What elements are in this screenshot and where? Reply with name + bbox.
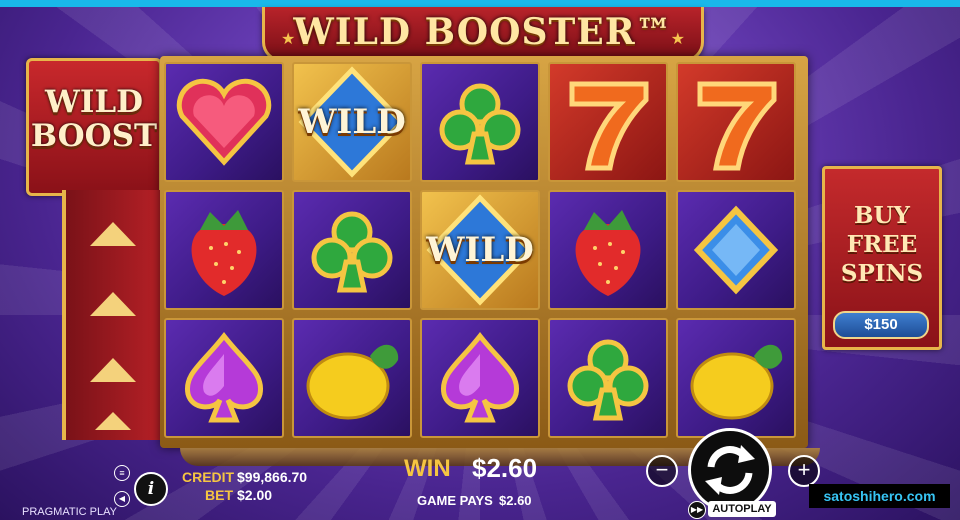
wild-boost-meter xyxy=(62,190,164,440)
reel-cell-wild: WILD xyxy=(420,190,540,310)
wild-symbol-label: WILD xyxy=(298,102,406,142)
buy-label-line: BUY xyxy=(854,202,910,229)
club-gem-icon xyxy=(567,339,649,421)
buy-free-spins-button[interactable]: BUY FREE SPINS $150 xyxy=(822,166,942,350)
lemon-icon xyxy=(306,344,399,420)
reel-cell-diamond-gem xyxy=(676,190,796,310)
credit-label: CREDIT xyxy=(182,469,235,485)
title-banner: ★ WILD BOOSTER™ ★ xyxy=(262,7,704,62)
spin-button[interactable] xyxy=(688,428,772,512)
watermark: satoshihero.com xyxy=(809,484,950,508)
reel-cell-club-gem xyxy=(548,318,668,438)
spade-gem-icon xyxy=(184,331,264,423)
bet-label: BET xyxy=(205,487,233,503)
reel-cell-seven xyxy=(548,62,668,182)
wild-symbol-label: WILD xyxy=(426,230,534,270)
reel-cell-strawberry xyxy=(164,190,284,310)
boost-arrow-icon xyxy=(90,292,136,316)
buy-label-line: FREE xyxy=(846,231,918,258)
buy-label-line: SPINS xyxy=(840,260,924,287)
reel-cell-strawberry xyxy=(548,190,668,310)
boost-arrow-icon xyxy=(95,412,131,430)
wild-boost-panel: WILD BOOST xyxy=(26,58,162,196)
game-pays-label: GAME PAYS xyxy=(417,493,493,508)
credit-value: $99,866.70 xyxy=(237,469,308,485)
buy-free-spins-label: BUY FREE SPINS xyxy=(825,201,939,288)
win-label: WIN xyxy=(404,455,451,482)
lemon-icon xyxy=(690,344,783,420)
boost-arrow-icon xyxy=(90,222,136,246)
sound-icon[interactable]: ◀ xyxy=(114,491,130,507)
club-gem-icon xyxy=(439,83,521,165)
spade-gem-icon xyxy=(440,331,520,423)
wild-boost-label: WILD BOOST xyxy=(30,84,158,154)
reel-cell-lemon xyxy=(676,318,796,438)
seven-icon xyxy=(697,81,777,171)
game-title: WILD BOOSTER™ xyxy=(293,11,673,53)
reel-cell-club-gem xyxy=(292,190,412,310)
diamond-gem-icon xyxy=(693,205,779,295)
heart-gem-icon xyxy=(176,78,272,166)
game-pays-value: $2.60 xyxy=(499,493,532,508)
provider-logo: PRAGMATIC PLAY xyxy=(22,506,117,518)
seven-icon xyxy=(569,81,649,171)
top-accent-bar xyxy=(0,0,960,7)
reel-cell-seven xyxy=(676,62,796,182)
increase-bet-button[interactable]: + xyxy=(788,455,820,487)
decrease-bet-button[interactable]: − xyxy=(646,455,678,487)
reel-cell-spade-gem xyxy=(164,318,284,438)
reel-cell-wild: WILD xyxy=(292,62,412,182)
spin-arrows-icon xyxy=(705,445,755,495)
menu-icon[interactable]: ≡ xyxy=(114,465,130,481)
strawberry-icon xyxy=(191,210,257,296)
autoplay-icon: ▶▶ xyxy=(688,501,706,519)
reel-cell-lemon xyxy=(292,318,412,438)
reel-cell-heart-gem xyxy=(164,62,284,182)
autoplay-button[interactable]: AUTOPLAY xyxy=(708,501,776,517)
bet-value: $2.00 xyxy=(237,487,273,503)
win-value: $2.60 xyxy=(472,453,538,483)
boost-arrow-icon xyxy=(90,358,136,382)
reel-cell-spade-gem xyxy=(420,318,540,438)
strawberry-icon xyxy=(575,210,641,296)
club-gem-icon xyxy=(311,211,393,293)
reel-grid: WILD WILD xyxy=(160,56,808,448)
star-icon: ★ xyxy=(670,31,685,48)
buy-price-badge: $150 xyxy=(833,311,929,339)
info-button[interactable]: i xyxy=(134,472,168,506)
reel-cell-club-gem xyxy=(420,62,540,182)
